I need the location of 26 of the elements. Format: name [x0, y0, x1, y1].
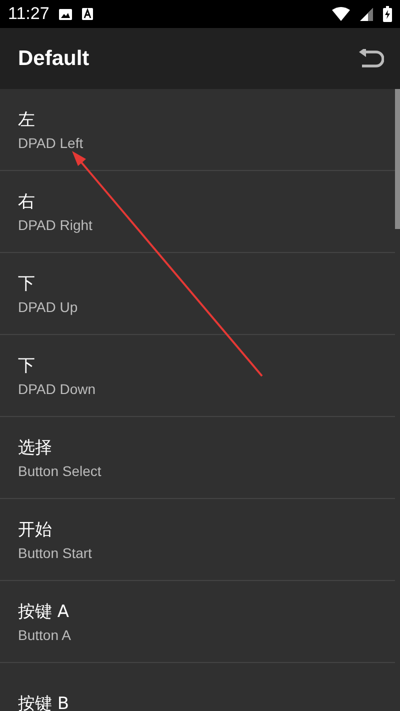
item-subtitle: Button A	[18, 627, 72, 643]
status-time: 11:27	[8, 4, 50, 24]
font-icon	[82, 8, 94, 20]
item-subtitle: Button Select	[18, 463, 102, 479]
list-item[interactable]: 下 DPAD Up	[0, 253, 395, 335]
screen-title: Default	[18, 46, 90, 70]
item-title: 下	[18, 273, 36, 295]
list-item[interactable]: 选择 Button Select	[0, 417, 395, 499]
item-subtitle: DPAD Left	[18, 135, 84, 151]
item-title: 按键 A	[18, 601, 70, 623]
item-title: 选择	[18, 437, 53, 459]
wifi-icon	[332, 7, 350, 21]
item-subtitle: DPAD Down	[18, 381, 97, 397]
item-title: 右	[18, 191, 36, 213]
signal-icon	[360, 8, 373, 20]
battery-icon	[383, 6, 392, 22]
image-icon	[59, 8, 72, 20]
item-title: 左	[18, 109, 36, 131]
item-subtitle: DPAD Right	[18, 217, 94, 233]
item-subtitle: Button Start	[18, 545, 93, 561]
list-item[interactable]: 下 DPAD Down	[0, 335, 395, 417]
item-subtitle: DPAD Up	[18, 299, 79, 315]
item-title: 下	[18, 355, 36, 377]
list-item[interactable]: 按键 A Button A	[0, 581, 395, 663]
list-item[interactable]: 开始 Button Start	[0, 499, 395, 581]
item-title: 开始	[18, 519, 53, 541]
